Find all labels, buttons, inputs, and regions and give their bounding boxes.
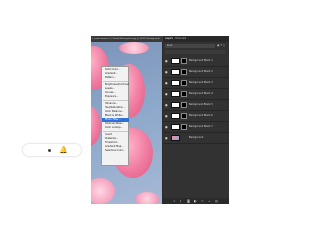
layer-name[interactable]: Background Black 1: [189, 59, 213, 63]
eye-icon[interactable]: ●: [165, 103, 168, 107]
overlay-pill-bar[interactable]: 🔔: [23, 144, 81, 156]
macaron-image: [91, 106, 101, 146]
layer-name[interactable]: Background Black 7: [189, 125, 213, 129]
layer-name[interactable]: Background Black 6: [189, 114, 213, 118]
menu-separator: [103, 131, 128, 132]
layer-row[interactable]: ● Background Black 2: [163, 67, 229, 78]
menu-separator: [103, 81, 128, 82]
bell-icon[interactable]: 🔔: [59, 146, 68, 154]
layer-name[interactable]: Background Black 4: [189, 92, 213, 96]
layer-row[interactable]: ● Background Black 7: [163, 122, 229, 133]
layer-row[interactable]: ● Background: [163, 133, 229, 144]
eye-icon[interactable]: ●: [165, 92, 168, 96]
layer-name[interactable]: Background Black 5: [189, 103, 213, 107]
eye-icon[interactable]: ●: [165, 136, 168, 140]
layer-thumbnail: [171, 102, 180, 108]
layer-thumbnail: [171, 80, 180, 86]
layer-name[interactable]: Background Black 3: [189, 81, 213, 85]
adjustment-icon[interactable]: ◐: [194, 199, 197, 203]
mask-icon[interactable]: ◙: [187, 199, 190, 203]
layer-mask-thumbnail: [181, 102, 187, 108]
folder-icon[interactable]: ▭: [201, 199, 204, 203]
layer-thumbnail: [171, 113, 180, 119]
menu-item-color-lookup[interactable]: Color Lookup...: [102, 126, 129, 130]
layer-mask-thumbnail: [181, 58, 187, 64]
adjustment-layer-menu: Solid Color... Gradient... Pattern... Br…: [101, 66, 129, 166]
layer-thumbnail: [171, 58, 180, 64]
layer-row[interactable]: ● Background Black 5: [163, 100, 229, 111]
filter-icons[interactable]: ▣T◻: [217, 44, 226, 48]
layer-thumbnail: [171, 91, 180, 97]
layers-bottom-bar: ∞ ƒ ◙ ◐ ▭ + ▥: [163, 198, 229, 204]
layer-thumbnail: [171, 124, 180, 130]
layer-mask-thumbnail: [181, 80, 187, 86]
eye-icon[interactable]: ●: [165, 114, 168, 118]
layer-mask-thumbnail: [181, 124, 187, 130]
trash-icon[interactable]: ▥: [215, 199, 218, 203]
blend-opacity-row[interactable]: [165, 50, 225, 54]
layers-panel: Layers Channels Kind ▣T◻ ● Background Bl…: [163, 36, 229, 204]
eye-icon[interactable]: ●: [165, 81, 168, 85]
link-icon[interactable]: ∞: [173, 199, 176, 203]
filter-kind-label: Kind: [167, 44, 173, 47]
panel-tabs: Layers Channels: [163, 36, 229, 42]
fx-icon[interactable]: ƒ: [180, 199, 181, 203]
menu-separator: [103, 100, 128, 101]
layer-filter-select[interactable]: Kind: [165, 44, 215, 48]
layer-row[interactable]: ● Background Black 4: [163, 89, 229, 100]
layer-row[interactable]: ● Background Black 1: [163, 56, 229, 67]
layer-thumbnail: [171, 69, 180, 75]
layer-name[interactable]: Background Black 2: [189, 70, 213, 74]
layer-row[interactable]: ● Background Black 6: [163, 111, 229, 122]
flower-decoration: [91, 178, 115, 204]
eye-icon[interactable]: ●: [165, 125, 168, 129]
layer-mask-thumbnail: [181, 91, 187, 97]
tab-channels[interactable]: Channels: [175, 37, 186, 41]
layer-row[interactable]: ● Background Black 3: [163, 78, 229, 89]
eye-icon[interactable]: ●: [165, 70, 168, 74]
menu-item-pattern[interactable]: Pattern...: [102, 76, 129, 80]
layer-thumbnail: [171, 135, 180, 141]
layer-mask-thumbnail: [181, 69, 187, 75]
layer-name[interactable]: Background: [189, 136, 203, 140]
layer-mask-thumbnail: [181, 113, 187, 119]
tab-layers[interactable]: Layers: [165, 37, 173, 41]
menu-item-exposure[interactable]: Exposure...: [102, 95, 129, 99]
new-layer-icon[interactable]: +: [208, 199, 211, 203]
flower-decoration: [135, 192, 159, 204]
flower-decoration: [119, 42, 149, 54]
eye-icon[interactable]: ●: [165, 59, 168, 63]
dot-indicator: [48, 149, 51, 152]
menu-item-selective-color[interactable]: Selective Color...: [102, 149, 129, 153]
